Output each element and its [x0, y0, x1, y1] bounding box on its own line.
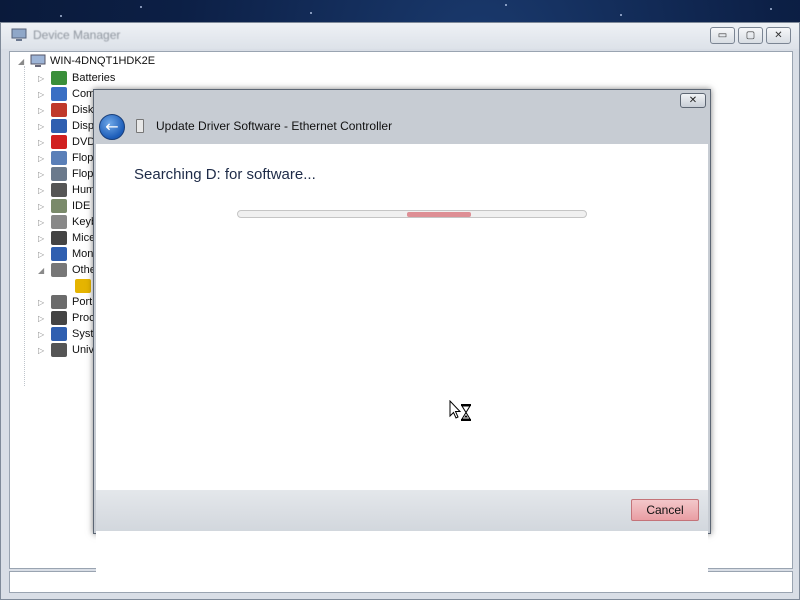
- back-button[interactable]: ←: [99, 114, 125, 140]
- tree-item-label: IDE: [72, 200, 91, 212]
- display-icon: [51, 119, 67, 133]
- main-window-title: Device Manager: [33, 28, 121, 42]
- dialog-footer: Cancel: [96, 490, 708, 531]
- collapse-arrow-icon[interactable]: ▷: [38, 298, 46, 307]
- progress-bar: [237, 210, 587, 218]
- monitor-icon: [51, 247, 67, 261]
- tree-item-label: Hum: [72, 184, 96, 196]
- dialog-header: ← Update Driver Software - Ethernet Cont…: [94, 108, 710, 144]
- dvd-icon: [51, 135, 67, 149]
- maximize-icon: ▢: [745, 30, 756, 41]
- collapse-arrow-icon[interactable]: ▷: [38, 154, 46, 163]
- tree-item-label: Port: [72, 296, 93, 308]
- tree-item-label: Flop: [72, 168, 94, 180]
- collapse-arrow-icon[interactable]: ▷: [38, 234, 46, 243]
- collapse-arrow-icon[interactable]: ▷: [38, 330, 46, 339]
- close-icon: ✕: [774, 30, 783, 41]
- cancel-button[interactable]: Cancel: [631, 499, 699, 521]
- tree-item-label: Mon: [72, 248, 94, 260]
- tree-item-label: Proc: [72, 312, 95, 324]
- mouse-icon: [51, 231, 67, 245]
- port-icon: [51, 295, 67, 309]
- other-devices-icon: [51, 263, 67, 277]
- status-text: Searching D: for software...: [134, 166, 316, 183]
- dialog-title: Update Driver Software - Ethernet Contro…: [156, 119, 393, 133]
- tree-item-label: Univ: [72, 344, 95, 356]
- tree-root-label: WIN-4DNQT1HDK2E: [50, 55, 156, 67]
- collapse-arrow-icon[interactable]: ▷: [38, 170, 46, 179]
- close-button[interactable]: ✕: [766, 27, 791, 44]
- keyboard-icon: [51, 215, 67, 229]
- collapse-arrow-icon[interactable]: ▷: [38, 122, 46, 131]
- usb-icon: [51, 343, 67, 357]
- expand-arrow-icon[interactable]: ◢: [38, 266, 46, 275]
- collapse-arrow-icon[interactable]: ▷: [38, 74, 46, 83]
- dialog-close-button[interactable]: ✕: [680, 93, 706, 108]
- floppy-icon: [51, 151, 67, 165]
- device-manager-icon: [11, 28, 27, 41]
- collapse-arrow-icon[interactable]: ▷: [38, 314, 46, 323]
- tree-item-label: DVD: [72, 136, 96, 148]
- close-icon: ✕: [688, 95, 698, 106]
- collapse-arrow-icon[interactable]: ▷: [38, 218, 46, 227]
- collapse-arrow-icon[interactable]: ▷: [38, 186, 46, 195]
- tree-root[interactable]: ◢ WIN-4DNQT1HDK2E: [18, 54, 155, 68]
- disk-icon: [51, 103, 67, 117]
- floppy-drive-icon: [51, 167, 67, 181]
- collapse-arrow-icon[interactable]: ▷: [38, 250, 46, 259]
- tree-item-label: Flop: [72, 152, 94, 164]
- maximize-button[interactable]: ▢: [738, 27, 763, 44]
- minimize-button[interactable]: ▭: [710, 27, 735, 44]
- tree-item-label: Batteries: [72, 72, 116, 84]
- tree-item-label: Syst: [72, 328, 94, 340]
- collapse-arrow-icon[interactable]: ▷: [38, 106, 46, 115]
- collapse-arrow-icon[interactable]: ▷: [38, 346, 46, 355]
- tree-item-label: Mice: [72, 232, 96, 244]
- progress-indicator: [407, 212, 471, 217]
- back-arrow-icon: ←: [105, 117, 119, 136]
- computer-icon: [30, 54, 46, 67]
- tree-item-label: Disk: [72, 104, 94, 116]
- tree-item-label: Disp: [72, 120, 95, 132]
- collapse-arrow-icon[interactable]: ▷: [38, 202, 46, 211]
- system-icon: [51, 327, 67, 341]
- tree-item[interactable]: ▷ Batteries: [38, 70, 115, 86]
- device-icon: [136, 119, 144, 133]
- minimize-icon: ▭: [717, 30, 728, 41]
- processor-icon: [51, 311, 67, 325]
- expand-arrow-icon: ◢: [18, 56, 25, 66]
- main-titlebar: Device Manager ▭ ▢ ✕: [1, 23, 799, 49]
- update-driver-dialog: ✕ ← Update Driver Software - Ethernet Co…: [93, 89, 711, 582]
- warning-device-icon: [75, 279, 91, 293]
- tree-guide-line: [24, 66, 25, 386]
- collapse-arrow-icon[interactable]: ▷: [38, 90, 46, 99]
- ide-icon: [51, 199, 67, 213]
- battery-icon: [51, 71, 67, 85]
- hid-icon: [51, 183, 67, 197]
- busy-cursor-icon: [449, 400, 471, 421]
- computer-icon: [51, 87, 67, 101]
- collapse-arrow-icon[interactable]: ▷: [38, 138, 46, 147]
